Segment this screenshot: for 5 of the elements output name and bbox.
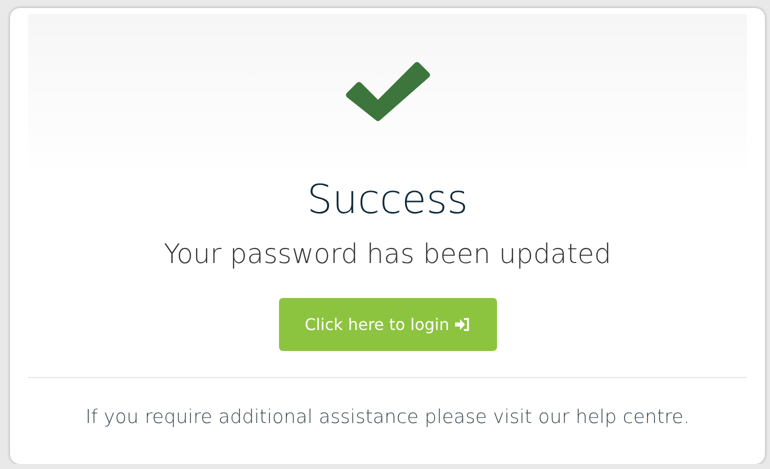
login-button[interactable]: Click here to login bbox=[278, 298, 496, 351]
sign-in-icon bbox=[455, 318, 470, 331]
status-message: Your password has been updated bbox=[164, 238, 612, 272]
success-title: Success bbox=[306, 176, 468, 224]
help-text: If you require additional assistance please visit our help centre. bbox=[85, 406, 690, 428]
